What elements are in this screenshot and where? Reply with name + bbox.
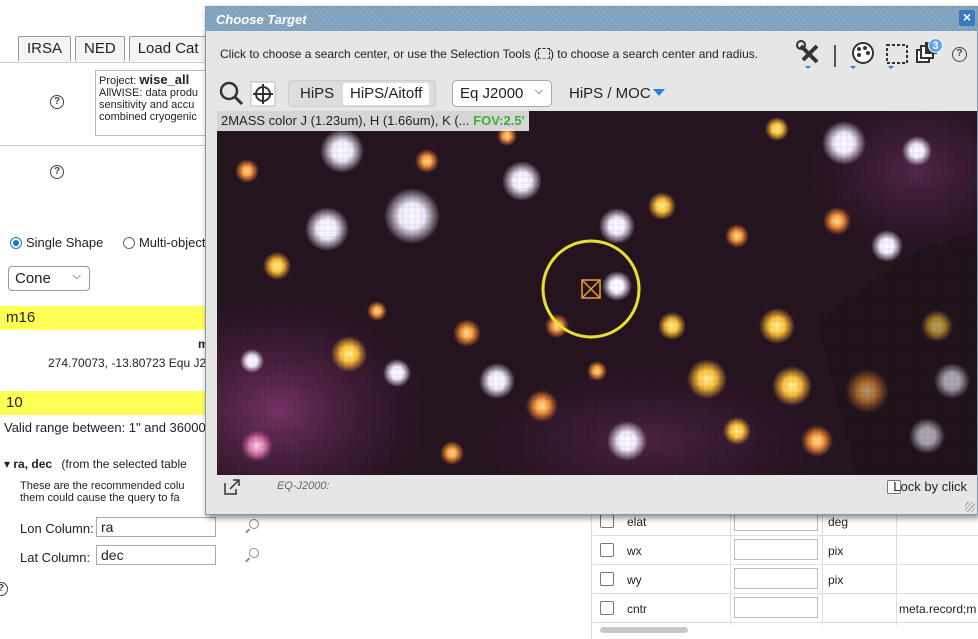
row-unit: deg	[828, 515, 849, 529]
row-checkbox[interactable]	[600, 514, 614, 528]
tab-load-catalog[interactable]: Load Cat	[128, 36, 208, 61]
radius-input[interactable]: 10	[0, 391, 210, 415]
toolbar-separator	[834, 45, 836, 67]
image-title-bar: 2MASS color J (1.23um), H (1.66um), K (.…	[217, 111, 529, 131]
chevron-down-icon: ⌵	[72, 270, 81, 282]
radio-unselected-icon	[122, 237, 135, 249]
color-palette-icon[interactable]	[848, 40, 880, 70]
radio-single-shape[interactable]: Single Shape	[10, 235, 103, 250]
tab-ned[interactable]: NED	[75, 36, 125, 61]
row-checkbox[interactable]	[600, 572, 614, 586]
selection-tool-icon[interactable]	[883, 40, 911, 70]
shape-radio-group: Single Shape Multi-object	[10, 235, 205, 250]
lock-by-click-label: Lock by click	[893, 479, 967, 494]
choose-target-dialog: Choose Target × Click to choose a search…	[205, 6, 978, 515]
sky-image	[217, 111, 977, 475]
target-input[interactable]: m16	[0, 306, 210, 330]
project-name: wise_all	[139, 72, 190, 87]
project-info: Project: wise_all AllWISE: data produ se…	[95, 70, 207, 136]
table-border	[591, 507, 592, 639]
row-name: elat	[627, 515, 647, 529]
radec-heading: ra, dec	[13, 457, 53, 471]
help-icon[interactable]: ?	[0, 582, 8, 596]
row-checkbox[interactable]	[600, 543, 614, 557]
radio-multi-object[interactable]: Multi-object	[122, 235, 205, 250]
divider	[0, 145, 205, 146]
resolved-coordinates: 274.70073, -13.80723 Equ J20	[48, 356, 213, 370]
table-row: wx pix	[593, 536, 978, 565]
table-row: wy pix	[593, 565, 978, 594]
zoom-icon[interactable]	[219, 81, 245, 107]
constraint-input[interactable]	[734, 568, 818, 589]
lon-column-input[interactable]: ra	[96, 517, 216, 537]
table-row: cntr meta.record;m	[593, 594, 978, 623]
radec-section[interactable]: ▾ ra, dec (from the selected table	[4, 457, 187, 471]
help-icon[interactable]: ?	[952, 47, 967, 62]
expand-icon[interactable]	[223, 478, 241, 496]
help-icon[interactable]: ?	[50, 95, 64, 109]
radio-selected-icon	[10, 237, 22, 249]
coordinate-system-select[interactable]: Eq J2000 ⌵	[452, 80, 552, 107]
chevron-down-icon: ⌵	[534, 85, 543, 97]
fov-label: FOV:2.5'	[473, 113, 525, 128]
row-description: meta.record;m	[899, 602, 977, 616]
radius-range-note: Valid range between: 1" and 360000	[4, 420, 213, 435]
row-name: cntr	[627, 602, 648, 616]
lon-column-label: Lon Column:	[20, 521, 94, 536]
row-unit: pix	[828, 544, 844, 558]
resize-grip-icon[interactable]	[965, 502, 975, 512]
close-icon[interactable]: ×	[959, 10, 975, 26]
dialog-titlebar[interactable]: Choose Target ×	[206, 7, 977, 31]
row-name: wx	[627, 544, 642, 558]
instructions: Click to choose a search center, or use …	[220, 47, 759, 61]
project-description: AllWISE: data produ sensitivity and accu…	[99, 87, 199, 123]
constraint-input[interactable]	[734, 597, 818, 618]
dialog-title: Choose Target	[216, 12, 307, 27]
sky-image-viewer[interactable]: 2MASS color J (1.23um), H (1.66um), K (.…	[217, 111, 977, 475]
row-checkbox[interactable]	[600, 601, 614, 615]
collapse-triangle-icon: ▾	[4, 457, 11, 471]
lat-column-label: Lat Column:	[20, 550, 91, 565]
hips-moc-menu[interactable]: HiPS / MOC	[569, 85, 665, 102]
divider	[0, 62, 205, 63]
recommended-note: These are the recommended colu them coul…	[20, 480, 185, 504]
search-icon[interactable]	[249, 548, 259, 558]
projection-toggle: HiPS HiPS/Aitoff	[288, 80, 436, 107]
coordinate-readout-label: EQ-J2000:	[277, 480, 330, 492]
selection-tool-icon	[537, 48, 550, 59]
radec-note: (from the selected table	[61, 457, 187, 471]
lat-column-input[interactable]: dec	[96, 545, 216, 565]
horizontal-scrollbar[interactable]	[600, 627, 688, 633]
viewer-footer: EQ-J2000: Lock by click	[217, 475, 977, 499]
tools-icon[interactable]	[795, 40, 825, 70]
crosshair-icon[interactable]	[250, 81, 276, 107]
service-tabs: IRSA NED Load Cat	[18, 36, 208, 61]
layers-count-badge: 3	[928, 38, 943, 53]
hips-aitoff-button[interactable]: HiPS/Aitoff	[343, 83, 430, 105]
image-title: 2MASS color J (1.23um), H (1.66um), K (.…	[221, 113, 470, 128]
help-icon[interactable]: ?	[50, 165, 64, 179]
shape-select[interactable]: Cone ⌵	[8, 266, 90, 291]
constraint-input[interactable]	[734, 539, 818, 560]
project-label: Project:	[99, 75, 137, 87]
hips-button[interactable]: HiPS	[293, 83, 341, 105]
dropdown-triangle-icon	[652, 89, 665, 96]
row-name: wy	[627, 573, 642, 587]
row-unit: pix	[828, 573, 844, 587]
search-icon[interactable]	[249, 519, 259, 529]
tab-irsa[interactable]: IRSA	[18, 36, 72, 61]
